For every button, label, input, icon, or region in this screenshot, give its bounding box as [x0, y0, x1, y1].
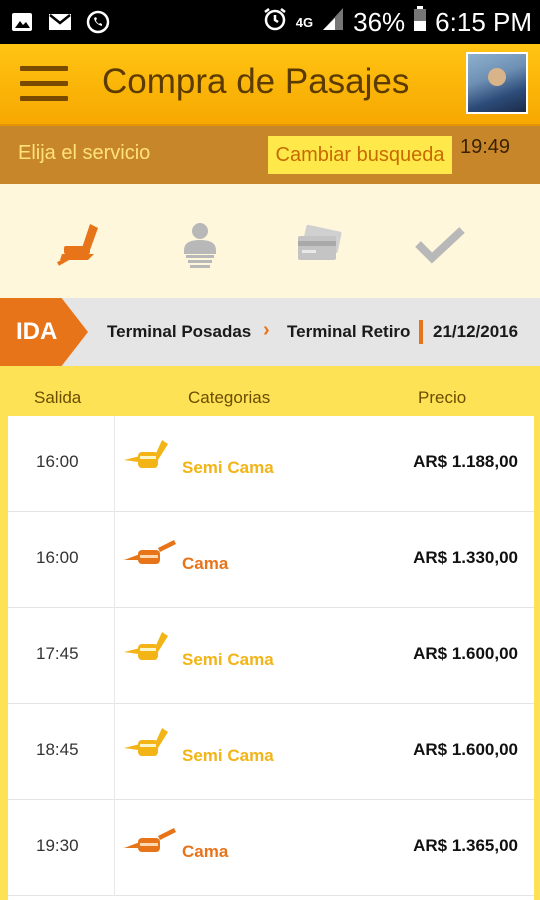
payment-card-icon[interactable] — [294, 220, 350, 268]
battery-percent: 36% — [353, 6, 406, 37]
avatar[interactable] — [466, 52, 528, 114]
route-divider — [419, 320, 423, 344]
results-list: 16:00 Semi Cama AR$ 1.188,00 16:00 Cama AR$ 1… — [8, 416, 534, 900]
image-icon — [10, 10, 34, 34]
seat-icon[interactable] — [54, 220, 110, 268]
semi-cama-seat-icon — [122, 726, 178, 766]
departure-time: 19:30 — [36, 836, 79, 855]
category-label: Semi Cama — [182, 650, 274, 669]
header-salida: Salida — [34, 388, 82, 407]
departure-time: 16:00 — [36, 548, 79, 567]
price-label: AR$ 1.600,00 — [413, 644, 518, 663]
category-label: Cama — [182, 842, 229, 861]
destination-terminal: Terminal Retiro — [287, 322, 411, 341]
column-divider — [114, 416, 115, 512]
checkmark-icon[interactable] — [414, 220, 470, 268]
category-label: Cama — [182, 554, 229, 573]
price-label: AR$ 1.188,00 — [413, 452, 518, 471]
app-bar: Compra de Pasajes — [0, 44, 540, 126]
departure-time: 18:45 — [36, 740, 79, 759]
page-title: Compra de Pasajes — [102, 62, 410, 101]
clock-time: 6:15 PM — [435, 6, 532, 37]
service-bar: Elija el servicio Cambiar busqueda 19:49 — [0, 126, 540, 184]
battery-icon — [413, 5, 427, 39]
chevron-right-icon: › — [263, 319, 270, 341]
category-label: Semi Cama — [182, 746, 274, 765]
alarm-icon — [262, 6, 288, 39]
departure-time: 16:00 — [36, 452, 79, 471]
semi-cama-seat-icon — [122, 630, 178, 670]
signal-icon — [321, 6, 345, 39]
table-row[interactable]: 16:00 Semi Cama AR$ 1.188,00 — [8, 416, 534, 512]
gmail-icon — [48, 10, 72, 34]
service-label: Elija el servicio — [18, 142, 151, 164]
network-label: 4G — [295, 14, 314, 30]
column-divider — [114, 608, 115, 704]
semi-cama-seat-icon — [122, 438, 178, 478]
column-divider — [114, 800, 115, 896]
current-time: 19:49 — [460, 136, 511, 158]
price-label: AR$ 1.365,00 — [413, 836, 518, 855]
header-precio: Precio — [418, 388, 467, 407]
status-bar: 4G 36% 6:15 PM — [0, 0, 540, 44]
table-row[interactable]: 16:00 Cama AR$ 1.330,00 — [8, 512, 534, 608]
menu-icon[interactable] — [20, 66, 68, 104]
origin-terminal: Terminal Posadas — [107, 322, 252, 341]
purchase-steps — [0, 184, 540, 298]
direction-label: IDA — [16, 318, 58, 345]
route-bar: IDA Terminal Posadas › Terminal Retiro 2… — [0, 298, 540, 366]
header-categorias: Categorias — [188, 388, 271, 407]
departure-time: 17:45 — [36, 644, 79, 663]
category-label: Semi Cama — [182, 458, 274, 477]
table-row[interactable]: 17:45 Semi Cama AR$ 1.600,00 — [8, 608, 534, 704]
passenger-icon[interactable] — [176, 220, 232, 268]
price-label: AR$ 1.600,00 — [413, 740, 518, 759]
column-divider — [114, 512, 115, 608]
cama-seat-icon — [122, 534, 178, 574]
travel-date: 21/12/2016 — [433, 322, 519, 341]
table-row[interactable]: 18:45 Semi Cama AR$ 1.600,00 — [8, 704, 534, 800]
cama-seat-icon — [122, 822, 178, 862]
change-search-button[interactable]: Cambiar busqueda — [268, 136, 452, 174]
column-divider — [114, 704, 115, 800]
price-label: AR$ 1.330,00 — [413, 548, 518, 567]
table-header: Salida Categorias Precio — [0, 366, 540, 416]
whatsapp-icon — [86, 10, 110, 34]
table-row[interactable]: 19:30 Cama AR$ 1.365,00 — [8, 800, 534, 896]
